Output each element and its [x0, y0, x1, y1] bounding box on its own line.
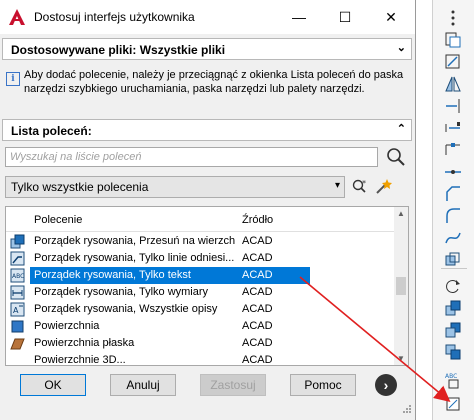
customize-files-label: Dostosowywane pliki: Wszystkie pliki	[11, 43, 226, 57]
extend-icon[interactable]	[443, 118, 463, 138]
list-item-selected[interactable]: ABC Porządek rysowania, Tylko tekst ACAD	[6, 267, 394, 284]
svg-text:*: *	[362, 179, 366, 188]
command-source: ACAD	[242, 354, 273, 366]
command-filter-select[interactable]: Tylko wszystkie polecenia ▾	[5, 176, 345, 198]
copy-icon[interactable]	[443, 30, 463, 50]
draworder-placeholder-icon[interactable]	[443, 394, 463, 414]
chevron-down-icon[interactable]: ⌄	[397, 41, 406, 54]
draworder-dimensions-icon	[10, 285, 25, 300]
array-icon[interactable]	[443, 250, 463, 270]
break-icon[interactable]	[443, 140, 463, 160]
fillet-icon[interactable]	[443, 206, 463, 226]
customize-files-header[interactable]: Dostosowywane pliki: Wszystkie pliki ⌄	[2, 38, 412, 60]
search-field[interactable]	[5, 147, 378, 167]
command-name: Porządek rysowania, Tylko linie odniesi.…	[34, 252, 235, 264]
command-source: ACAD	[242, 286, 273, 298]
command-source: ACAD	[242, 303, 273, 315]
draworder-text-icon: ABC	[10, 268, 25, 283]
help-button[interactable]: Pomoc	[290, 374, 356, 396]
surface-icon	[11, 320, 24, 333]
info-text: Aby dodać polecenie, należy je przeciągn…	[24, 69, 404, 95]
search-icon[interactable]	[385, 146, 407, 168]
maximize-button[interactable]: ☐	[322, 0, 368, 34]
svg-text:A: A	[13, 306, 19, 315]
svg-text:ABC: ABC	[12, 273, 24, 280]
close-button[interactable]: ✕	[368, 0, 414, 34]
toolbar-divider	[441, 268, 467, 269]
info-panel: i Aby dodać polecenie, należy je przecią…	[2, 62, 412, 118]
command-list-columns: Polecenie Źródło	[6, 207, 396, 232]
command-source: ACAD	[242, 235, 273, 247]
list-item[interactable]: Porządek rysowania, Przesuń na wierzch A…	[6, 233, 394, 250]
command-list[interactable]: Polecenie Źródło Porządek rysowania, Prz…	[5, 206, 409, 366]
column-header-source[interactable]: Źródło	[242, 214, 273, 226]
expand-more-button[interactable]: ›	[375, 374, 397, 396]
draworder-front-icon	[10, 234, 25, 249]
join-icon[interactable]	[443, 162, 463, 182]
find-star-icon[interactable]: *	[350, 177, 370, 197]
blend-curves-icon[interactable]	[443, 228, 463, 248]
command-source: ACAD	[242, 337, 273, 349]
command-name: Powierzchnia płaska	[34, 337, 135, 349]
draworder-text-icon[interactable]: ABC	[443, 370, 463, 390]
apply-button[interactable]: Zastosuj	[200, 374, 266, 396]
list-scrollbar[interactable]: ▲ ▼	[394, 207, 408, 365]
list-item[interactable]: A Porządek rysowania, Wszystkie opisy AC…	[6, 301, 394, 318]
command-filter-value: Tylko wszystkie polecenia	[11, 180, 149, 194]
command-name: Powierzchnia	[34, 320, 100, 332]
list-item[interactable]: Powierzchnia ACAD	[6, 318, 394, 335]
command-name: Porządek rysowania, Wszystkie opisy	[34, 303, 218, 315]
list-item[interactable]: Powierzchnie 3D... ACAD	[6, 352, 394, 366]
customize-ui-dialog: Dostosuj interfejs użytkownika — ☐ ✕ Dos…	[0, 0, 416, 420]
chevron-up-icon[interactable]: ⌃	[397, 122, 406, 135]
chevron-down-icon: ▾	[334, 180, 340, 191]
list-item[interactable]: Porządek rysowania, Tylko linie odniesi.…	[6, 250, 394, 267]
title-bar[interactable]: Dostosuj interfejs użytkownika — ☐ ✕	[0, 0, 415, 34]
scroll-down-icon[interactable]: ▼	[397, 354, 405, 363]
ellipsis-icon[interactable]	[443, 8, 463, 28]
info-icon: i	[6, 72, 20, 86]
list-item[interactable]: Porządek rysowania, Tylko wymiary ACAD	[6, 284, 394, 301]
mirror-icon[interactable]	[443, 74, 463, 94]
command-source: ACAD	[242, 252, 273, 264]
command-list-header[interactable]: Lista poleceń: ⌃	[2, 119, 412, 141]
new-command-icon[interactable]	[373, 177, 393, 197]
column-header-command[interactable]: Polecenie	[34, 214, 82, 226]
command-name: Porządek rysowania, Tylko wymiary	[34, 286, 209, 298]
command-name: Powierzchnie 3D...	[34, 354, 126, 366]
command-source: ACAD	[242, 320, 273, 332]
rotate-icon[interactable]	[443, 276, 463, 296]
resize-grip-icon[interactable]	[402, 404, 412, 414]
minimize-button[interactable]: —	[276, 0, 322, 34]
cancel-button[interactable]: Anuluj	[110, 374, 176, 396]
ok-button[interactable]: OK	[20, 374, 86, 396]
command-source: ACAD	[242, 269, 273, 281]
draworder-front-icon[interactable]	[443, 298, 463, 318]
draworder-annotations-icon: A	[10, 302, 25, 317]
chamfer-icon[interactable]	[443, 184, 463, 204]
draworder-leaders-icon	[10, 251, 25, 266]
list-item[interactable]: Powierzchnia płaska ACAD	[6, 335, 394, 352]
drawing-toolbar: ABC	[432, 0, 474, 420]
autocad-logo-icon	[9, 9, 25, 25]
command-list-label: Lista poleceń:	[11, 124, 92, 138]
draworder-back-icon[interactable]	[443, 320, 463, 340]
window-title: Dostosuj interfejs użytkownika	[34, 10, 195, 24]
command-name: Porządek rysowania, Przesuń na wierzch	[34, 235, 236, 247]
scroll-up-icon[interactable]: ▲	[397, 209, 405, 218]
3d-surfaces-icon	[10, 353, 25, 365]
scale-icon[interactable]	[443, 52, 463, 72]
planar-surface-icon	[10, 338, 25, 350]
scroll-thumb[interactable]	[396, 277, 406, 295]
draworder-above-icon[interactable]	[443, 342, 463, 362]
search-input[interactable]	[6, 148, 374, 166]
command-name: Porządek rysowania, Tylko tekst	[34, 269, 191, 281]
trim-icon[interactable]	[443, 96, 463, 116]
svg-text:ABC: ABC	[445, 373, 457, 380]
